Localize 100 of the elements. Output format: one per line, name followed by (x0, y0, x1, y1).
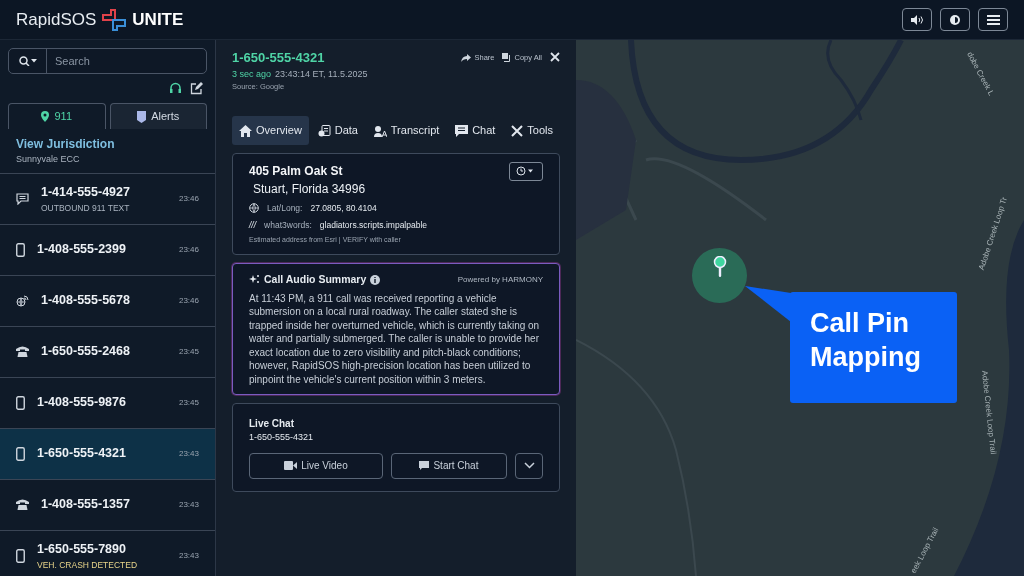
jurisdiction-link[interactable]: View Jurisdiction (16, 135, 199, 153)
call-list-item[interactable]: 1-408-555-5678 23:46 (0, 275, 215, 327)
phone-number: 1-650-555-7890 (37, 540, 127, 558)
close-button[interactable] (550, 52, 560, 62)
map-pin-icon (41, 111, 50, 122)
speaker-icon (911, 14, 923, 25)
message-icon (16, 192, 29, 205)
menu-button[interactable] (978, 8, 1008, 31)
chat-bubble-icon (419, 460, 430, 471)
detail-tab[interactable]: Overview (232, 116, 309, 145)
call-list-item[interactable]: 1-408-555-1357 23:43 (0, 479, 215, 531)
brand-name: RapidSOS (16, 8, 97, 31)
home-icon (239, 124, 252, 137)
telephone-icon (16, 346, 29, 357)
globe-icon (249, 203, 259, 214)
menu-icon (986, 14, 1000, 25)
headset-icon[interactable] (169, 82, 182, 95)
phone-number: 1-408-555-1357 (41, 496, 130, 514)
document-icon (317, 124, 331, 137)
phone-number: 1-650-555-2468 (41, 343, 130, 361)
phone-number: 1-650-555-4321 (37, 445, 126, 463)
what3words-label: what3words: (264, 218, 312, 232)
road-label: eek Loop Trail (908, 525, 942, 576)
close-icon (550, 52, 560, 62)
call-time: 23:46 (178, 243, 199, 256)
call-time: 23:46 (178, 192, 199, 205)
elapsed-time: 3 sec ago (232, 67, 272, 81)
call-list-item[interactable]: 1-408-555-2399 23:46 (0, 224, 215, 276)
product-name: UNITE (132, 8, 184, 31)
info-icon[interactable] (370, 274, 381, 285)
contrast-icon (949, 13, 961, 26)
dropdown-button[interactable] (515, 452, 543, 479)
live-chat-number: 1-650-555-4321 (249, 431, 315, 444)
caller-number: 1-650-555-4321 (232, 49, 326, 67)
telephone-icon (16, 499, 29, 510)
call-time: 23:45 (178, 396, 199, 409)
call-type-label: OUTBOUND 911 TEXT (41, 201, 130, 215)
call-timestamp: 23:43:14 ET, 11.5.2025 (275, 67, 368, 81)
latlong-value: 27.0805, 80.4104 (310, 201, 377, 215)
phone-number: 1-414-555-4927 (41, 183, 130, 201)
copy-icon (502, 53, 512, 63)
cross-logo-icon (100, 7, 129, 32)
jurisdiction-name: Sunnyvale ECC (16, 153, 81, 166)
tools-icon (511, 124, 524, 137)
call-list-item[interactable]: 1-650-555-7890 VEH. CRASH DETECTED 23:43 (0, 530, 215, 576)
search-icon (18, 56, 37, 66)
call-list-item[interactable]: 1-408-555-9876 23:45 (0, 377, 215, 429)
live-video-button[interactable]: Live Video (249, 452, 383, 479)
call-time: 23:46 (178, 294, 199, 307)
edit-icon[interactable] (190, 82, 203, 95)
mobile-phone-icon (16, 242, 25, 257)
pin-icon (712, 256, 727, 278)
powered-by-label: Powered by HARMONY (457, 273, 543, 286)
what3words-value: gladiators.scripts.impalpable (319, 218, 428, 232)
live-chat-title: Live Chat (249, 417, 295, 431)
mobile-phone-icon (16, 395, 25, 410)
call-type-label: VEH. CRASH DETECTED (37, 558, 138, 572)
list-tab[interactable]: Alerts (109, 103, 207, 129)
mobile-phone-icon (16, 548, 25, 563)
call-list-item[interactable]: 1-650-555-4321 23:43 (0, 428, 215, 480)
what3words-mark: /// (249, 218, 257, 232)
latlong-label: Lat/Long: (267, 201, 303, 215)
person-letter-icon (373, 124, 387, 137)
start-chat-button[interactable]: Start Chat (390, 452, 507, 479)
callout-label: Call Pin Mapping (790, 292, 957, 403)
street-address: 405 Palm Oak St (249, 162, 344, 180)
list-tab[interactable]: 911 (8, 103, 106, 129)
sparkle-icon (249, 274, 260, 286)
globe-wifi-icon (16, 294, 29, 307)
video-camera-icon (284, 461, 298, 470)
detail-tab[interactable]: Transcript (366, 116, 447, 145)
city-address: Stuart, Florida 34996 (253, 180, 366, 198)
phone-number: 1-408-555-9876 (37, 394, 126, 412)
call-time: 23:43 (178, 549, 199, 562)
chevron-down-icon (523, 462, 535, 469)
share-icon (461, 53, 472, 62)
chat-bubble-icon (455, 124, 469, 137)
detail-tab[interactable]: Tools (504, 116, 560, 145)
road-label: dobe Creek L (964, 50, 997, 99)
call-list-item[interactable]: 1-650-555-2468 23:45 (0, 326, 215, 378)
call-time: 23:45 (178, 345, 199, 358)
call-time: 23:43 (178, 447, 199, 460)
call-time: 23:43 (178, 498, 199, 511)
phone-number: 1-408-555-2399 (37, 241, 126, 259)
search-input[interactable]: Search (47, 49, 206, 73)
road-label: Adobe Creek Loop Tr (976, 195, 1010, 272)
phone-number: 1-408-555-5678 (41, 292, 130, 310)
call-list-item[interactable]: 1-414-555-4927 OUTBOUND 911 TEXT 23:46 (0, 173, 215, 225)
detail-tab[interactable]: Data (310, 116, 365, 145)
volume-button[interactable] (902, 8, 932, 31)
bookmark-icon (137, 110, 147, 123)
search-field[interactable]: Search (8, 48, 207, 74)
mobile-phone-icon (16, 446, 25, 461)
history-button[interactable] (509, 161, 543, 181)
summary-text: At 11:43 PM, a 911 call was received reporting a vehicle submersion on a local rural roadway. The caller stated she is trapped inside her overturned vehicle, which is currently taking on water and partially submerged. The caller is unable to provide her exact location due to zero visibility and pitch-black conditions; however, RapidSOS high-precision location has been utilized to pinpoint the vehicle's current position within 3 meters. (249, 291, 541, 386)
detail-tab[interactable]: Chat (448, 116, 503, 145)
summary-title: Call Audio Summary (264, 271, 367, 287)
road-label: Adobe Creek Loop Trail (979, 370, 999, 455)
brightness-button[interactable] (940, 8, 970, 31)
callout-pointer (745, 284, 793, 324)
